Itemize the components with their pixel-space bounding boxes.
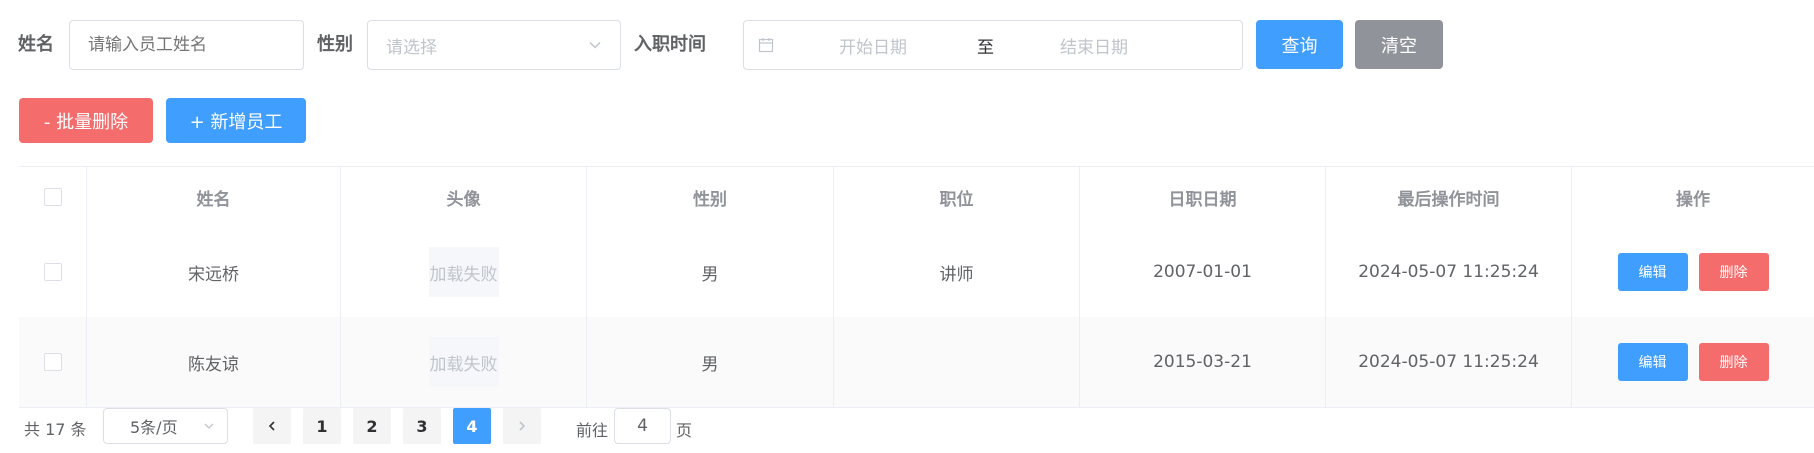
cell-position: 讲师 (834, 227, 1080, 317)
name-input[interactable] (69, 20, 304, 70)
batch-delete-button[interactable]: - 批量删除 (19, 98, 153, 143)
cell-last-op-time: 2024-05-07 11:25:24 (1326, 227, 1572, 317)
header-operation: 操作 (1676, 189, 1710, 210)
header-position: 职位 (834, 167, 1080, 227)
page-size-select[interactable]: 5条/页 (103, 408, 228, 444)
select-all-checkbox[interactable] (43, 188, 62, 206)
cell-operation: 编辑 删除 (1572, 317, 1814, 407)
add-employee-button[interactable]: + 新增员工 (166, 98, 306, 143)
table-row: 陈友谅 加载失败 男 2015-03-21 2024-05-07 11:25:2… (19, 317, 1814, 408)
cell-last-op-time: 2024-05-07 11:25:24 (1326, 317, 1572, 407)
start-date-input[interactable]: 开始日期 (839, 33, 907, 58)
header-avatar: 头像 (341, 167, 587, 227)
clear-button[interactable]: 清空 (1355, 20, 1443, 69)
date-label: 入职时间 (634, 34, 706, 55)
page-3-button[interactable]: 3 (403, 408, 441, 444)
query-button[interactable]: 查询 (1256, 20, 1343, 69)
cell-entry-date: 2015-03-21 (1080, 317, 1326, 407)
row-checkbox[interactable] (43, 263, 62, 281)
header-name: 姓名 (87, 167, 341, 227)
cell-operation: 编辑 删除 (1572, 227, 1814, 317)
page-4-button[interactable]: 4 (453, 408, 491, 444)
end-date-input[interactable]: 结束日期 (1060, 33, 1128, 58)
page-1-button[interactable]: 1 (303, 408, 341, 444)
calendar-icon (758, 38, 774, 53)
goto-page-input[interactable]: 4 (614, 408, 671, 444)
row-select-cell (19, 317, 87, 407)
header-entry-date: 日职日期 (1080, 167, 1326, 227)
goto-prefix: 前往 (576, 421, 609, 440)
avatar: 加载失败 (428, 337, 499, 387)
edit-button[interactable]: 编辑 (1617, 253, 1688, 291)
chevron-down-icon (589, 41, 601, 49)
range-separator: 至 (977, 37, 994, 58)
next-page-button[interactable] (503, 408, 541, 444)
header-select-cell (19, 167, 87, 227)
page-2-button[interactable]: 2 (353, 408, 391, 444)
edit-button[interactable]: 编辑 (1617, 343, 1688, 381)
gender-select-placeholder: 请选择 (386, 37, 437, 58)
delete-button[interactable]: 删除 (1698, 343, 1769, 381)
row-checkbox[interactable] (43, 353, 62, 371)
cell-gender: 男 (587, 317, 834, 407)
cell-avatar: 加载失败 (341, 317, 587, 407)
cell-avatar: 加载失败 (341, 227, 587, 317)
goto-suffix: 页 (676, 421, 693, 440)
cell-gender: 男 (587, 227, 834, 317)
gender-select[interactable]: 请选择 (367, 20, 621, 70)
table-header-row: 姓名 头像 性别 职位 日职日期 最后操作时间 操作 (19, 167, 1814, 228)
date-range-picker[interactable]: 开始日期 至 结束日期 (743, 20, 1243, 70)
chevron-right-icon (519, 421, 526, 431)
page-size-value: 5条/页 (130, 418, 178, 437)
prev-page-button[interactable] (253, 408, 291, 444)
table-row: 宋远桥 加载失败 男 讲师 2007-01-01 2024-05-07 11:2… (19, 227, 1814, 318)
gender-label: 性别 (317, 34, 353, 55)
pagination-total: 共 17 条 (24, 420, 87, 439)
header-last-op-time: 最后操作时间 (1326, 167, 1572, 227)
employee-table: 姓名 头像 性别 职位 日职日期 最后操作时间 操作 宋远桥 加载失败 男 讲师… (19, 166, 1814, 408)
delete-button[interactable]: 删除 (1698, 253, 1769, 291)
avatar: 加载失败 (428, 247, 499, 297)
cell-position (834, 317, 1080, 407)
name-label: 姓名 (18, 34, 54, 55)
chevron-left-icon (268, 421, 275, 431)
cell-name: 陈友谅 (87, 317, 341, 407)
header-gender: 性别 (587, 167, 834, 227)
row-select-cell (19, 227, 87, 317)
cell-name: 宋远桥 (87, 227, 341, 317)
chevron-down-icon (204, 423, 214, 429)
cell-entry-date: 2007-01-01 (1080, 227, 1326, 317)
